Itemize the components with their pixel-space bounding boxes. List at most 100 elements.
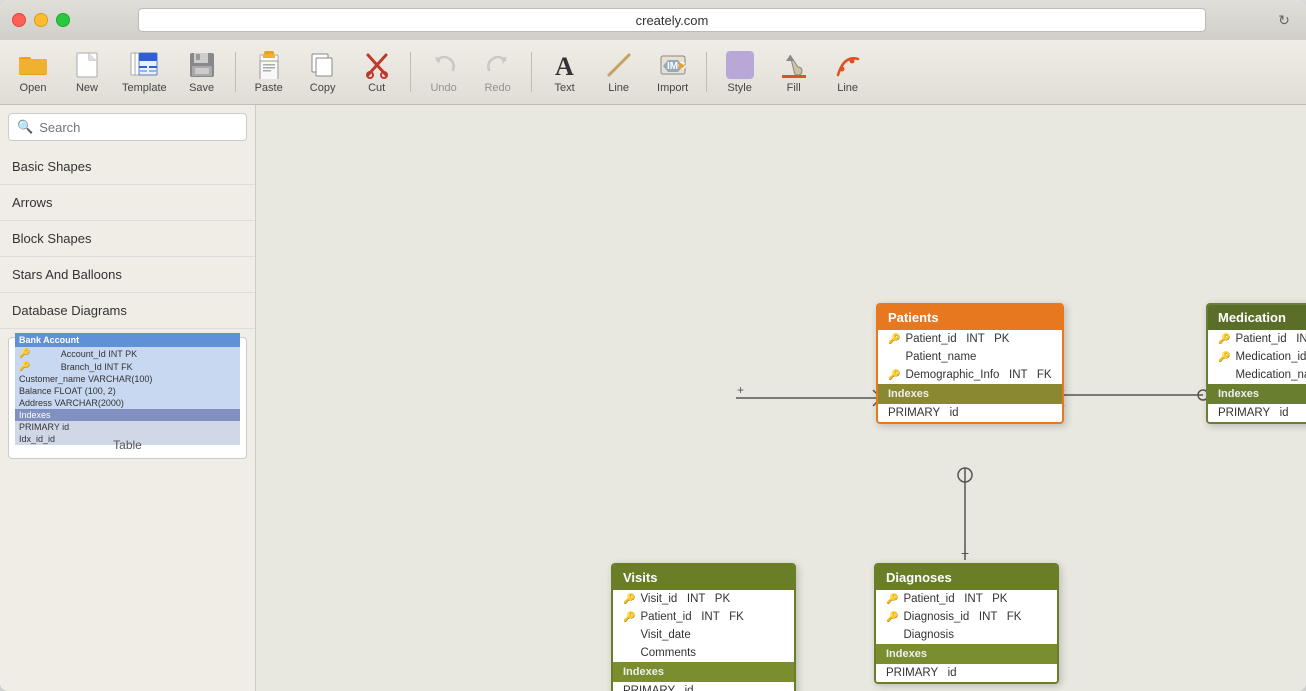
- row-text: Medication_name: [1235, 369, 1306, 381]
- table-row: 🔑 Patient_id INT PK: [1208, 330, 1306, 348]
- diagnoses-index-row: PRIMARY id: [876, 664, 1057, 682]
- search-input[interactable]: [39, 120, 238, 135]
- toolbar: Open New Templa: [0, 40, 1306, 105]
- canvas[interactable]: + +: [256, 105, 1306, 691]
- table-row: 🔑 Patient_id INT FK: [613, 608, 794, 626]
- line-draw-icon: [605, 51, 633, 79]
- patients-index-row: PRIMARY id: [878, 404, 1062, 422]
- text-icon: A: [551, 51, 579, 79]
- key-icon: 🔑: [886, 612, 898, 623]
- undo-button[interactable]: Undo: [419, 43, 469, 101]
- traffic-lights: [12, 13, 70, 27]
- new-button[interactable]: New: [62, 43, 112, 101]
- folder-icon: [19, 51, 47, 79]
- line-button[interactable]: Line: [594, 43, 644, 101]
- import-icon: IMG: [659, 51, 687, 79]
- undo-icon: [430, 51, 458, 79]
- paste-button[interactable]: Paste: [244, 43, 294, 101]
- preview-image: Bank Account 🔑Account_Id INT PK 🔑Branch_…: [15, 344, 240, 434]
- table-row: 🔑 Patient_id INT PK: [878, 330, 1062, 348]
- key-icon: 🔑: [888, 370, 900, 381]
- sidebar: 🔍 Basic Shapes Arrows Block Shapes Stars…: [0, 105, 256, 691]
- new-label: New: [76, 82, 98, 94]
- redo-label: Redo: [484, 82, 510, 94]
- scissors-icon: [363, 51, 391, 79]
- import-button[interactable]: IMG Import: [648, 43, 698, 101]
- table-row: 🔑 Patient_name: [878, 348, 1062, 366]
- import-label: Import: [657, 82, 688, 94]
- cut-button[interactable]: Cut: [352, 43, 402, 101]
- key-icon: 🔑: [1218, 334, 1230, 345]
- table-row: 🔑 Patient_id INT PK: [876, 590, 1057, 608]
- table-row: 🔑 Demographic_Info INT FK: [878, 366, 1062, 384]
- paste-label: Paste: [255, 82, 283, 94]
- open-button[interactable]: Open: [8, 43, 58, 101]
- save-icon: [188, 51, 216, 79]
- sidebar-item-block-shapes[interactable]: Block Shapes: [0, 221, 255, 257]
- key-icon: 🔑: [1218, 352, 1230, 363]
- template-icon: [130, 51, 158, 79]
- sidebar-item-stars-balloons[interactable]: Stars And Balloons: [0, 257, 255, 293]
- line-label: Line: [608, 82, 629, 94]
- svg-text:+: +: [737, 383, 744, 397]
- svg-text:+: +: [961, 545, 969, 561]
- row-text: Patient_id INT PK: [903, 593, 1007, 605]
- template-label: Template: [122, 82, 167, 94]
- key-icon: 🔑: [886, 594, 898, 605]
- medication-index-header: Indexes: [1208, 384, 1306, 404]
- medication-table[interactable]: Medication 🔑 Patient_id INT PK 🔑 Medicat…: [1206, 303, 1306, 424]
- table-row: 🔑 Diagnosis_id INT FK: [876, 608, 1057, 626]
- reload-button[interactable]: ↻: [1274, 10, 1294, 30]
- text-label: Text: [555, 82, 575, 94]
- save-button[interactable]: Save: [177, 43, 227, 101]
- row-text: Comments: [640, 647, 696, 659]
- separator-1: [235, 52, 236, 92]
- diagnoses-index-header: Indexes: [876, 644, 1057, 664]
- table-row: 🔑 Medication_name: [1208, 366, 1306, 384]
- redo-button[interactable]: Redo: [473, 43, 523, 101]
- visits-table[interactable]: Visits 🔑 Visit_id INT PK 🔑 Patient_id IN…: [611, 563, 796, 691]
- key-icon: 🔑: [623, 612, 635, 623]
- visits-index-header: Indexes: [613, 662, 794, 682]
- style-button[interactable]: Style: [715, 43, 765, 101]
- minimize-button[interactable]: [34, 13, 48, 27]
- sidebar-item-database-diagrams[interactable]: Database Diagrams: [0, 293, 255, 329]
- paste-icon: [255, 51, 283, 79]
- maximize-button[interactable]: [56, 13, 70, 27]
- address-bar[interactable]: creately.com: [138, 8, 1206, 32]
- row-text: Patient_id INT FK: [640, 611, 743, 623]
- medication-table-body: 🔑 Patient_id INT PK 🔑 Medication_id INT …: [1208, 330, 1306, 384]
- main-content: 🔍 Basic Shapes Arrows Block Shapes Stars…: [0, 105, 1306, 691]
- diagnoses-table[interactable]: Diagnoses 🔑 Patient_id INT PK 🔑 Diagnosi…: [874, 563, 1059, 684]
- search-box[interactable]: 🔍: [8, 113, 247, 141]
- style-label: Style: [727, 82, 751, 94]
- open-label: Open: [20, 82, 47, 94]
- medication-index-row: PRIMARY id: [1208, 404, 1306, 422]
- sidebar-item-basic-shapes[interactable]: Basic Shapes: [0, 149, 255, 185]
- cut-label: Cut: [368, 82, 385, 94]
- key-icon: 🔑: [888, 334, 900, 345]
- row-text: Patient_id INT PK: [1235, 333, 1306, 345]
- sidebar-item-arrows[interactable]: Arrows: [0, 185, 255, 221]
- row-text: Patient_name: [905, 351, 976, 363]
- text-button[interactable]: A Text: [540, 43, 590, 101]
- row-text: Patient_id INT PK: [905, 333, 1009, 345]
- close-button[interactable]: [12, 13, 26, 27]
- title-bar: creately.com ↻: [0, 0, 1306, 40]
- table-row: 🔑 Medication_id INT FK: [1208, 348, 1306, 366]
- line2-button[interactable]: Line: [823, 43, 873, 101]
- svg-text:A: A: [555, 52, 574, 79]
- key-icon: 🔑: [623, 594, 635, 605]
- visits-table-body: 🔑 Visit_id INT PK 🔑 Patient_id INT FK 🔑 …: [613, 590, 794, 662]
- app-window: creately.com ↻ Open New: [0, 0, 1306, 691]
- row-text: Demographic_Info INT FK: [905, 369, 1051, 381]
- copy-button[interactable]: Copy: [298, 43, 348, 101]
- table-row: 🔑 Visit_date: [613, 626, 794, 644]
- diagnoses-table-header: Diagnoses: [876, 565, 1057, 590]
- patients-table[interactable]: Patients 🔑 Patient_id INT PK 🔑 Patient_n…: [876, 303, 1064, 424]
- style-icon: [726, 51, 754, 79]
- fill-button[interactable]: Fill: [769, 43, 819, 101]
- separator-2: [410, 52, 411, 92]
- row-text: Diagnosis: [903, 629, 954, 641]
- template-button[interactable]: Template: [116, 43, 173, 101]
